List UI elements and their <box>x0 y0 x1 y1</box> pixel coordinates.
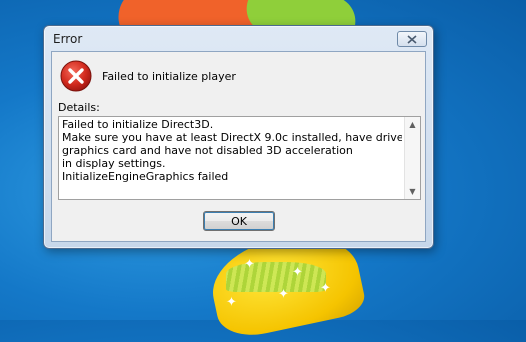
dialog-title: Error <box>53 32 83 46</box>
error-dialog: Error Failed to initialize player Detail… <box>43 25 434 249</box>
error-icon <box>60 60 92 92</box>
details-text: Failed to initialize Direct3D. Make sure… <box>62 118 402 183</box>
details-scrollbar[interactable]: ▲ ▼ <box>404 117 420 199</box>
scroll-down-icon[interactable]: ▼ <box>405 184 420 199</box>
sparkle-icon: ✦ <box>244 257 255 272</box>
close-icon <box>407 34 417 44</box>
sparkle-icon: ✦ <box>292 265 303 280</box>
details-label: Details: <box>58 101 100 114</box>
title-bar[interactable]: Error <box>44 26 433 50</box>
sparkle-icon: ✦ <box>226 295 237 310</box>
wallpaper-grass <box>226 262 326 292</box>
error-message: Failed to initialize player <box>102 70 236 83</box>
details-textarea[interactable]: Failed to initialize Direct3D. Make sure… <box>58 116 421 200</box>
ok-button[interactable]: OK <box>203 211 275 231</box>
dialog-body: Failed to initialize player Details: Fai… <box>51 51 426 242</box>
scroll-up-icon[interactable]: ▲ <box>405 117 420 132</box>
close-button[interactable] <box>397 31 427 47</box>
sparkle-icon: ✦ <box>278 287 289 302</box>
sparkle-icon: ✦ <box>320 281 331 296</box>
